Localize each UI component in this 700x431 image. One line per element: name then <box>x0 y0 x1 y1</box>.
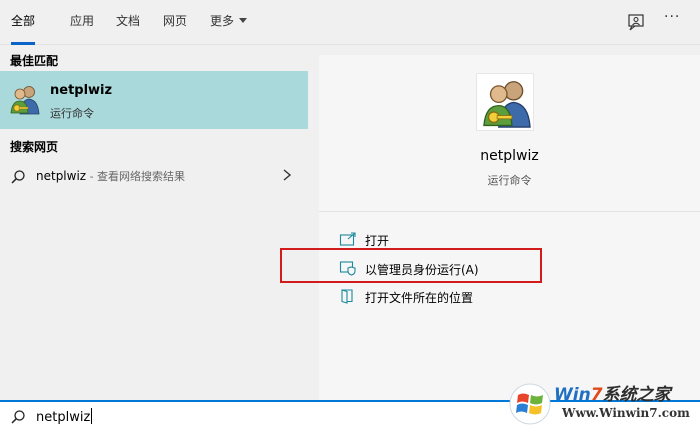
tab-web[interactable]: 网页 <box>163 0 187 45</box>
watermark-brand-b: 7 <box>590 385 603 405</box>
watermark-brand-c: 系统之家 <box>602 385 671 405</box>
chevron-down-icon <box>239 18 248 23</box>
windows-logo-icon <box>509 383 551 425</box>
app-icon-tile <box>476 73 534 131</box>
search-icon <box>11 410 25 424</box>
open-file-location-label: 打开文件所在的位置 <box>365 291 474 305</box>
web-search-heading: 搜索网页 <box>10 140 59 154</box>
tab-more[interactable]: 更多 <box>210 0 248 45</box>
best-match-name: netplwiz <box>50 83 113 98</box>
search-input[interactable]: netplwiz <box>36 408 93 425</box>
users-key-icon <box>483 81 531 128</box>
preview-title: netplwiz <box>480 148 539 164</box>
best-match-heading: 最佳匹配 <box>10 54 59 68</box>
web-result-hint: - 查看网络搜索结果 <box>86 170 186 183</box>
annotation-highlight-box <box>280 248 542 283</box>
best-match-item[interactable]: netplwiz 运行命令 <box>0 71 308 129</box>
best-match-subtitle: 运行命令 <box>50 107 94 120</box>
results-pane: 最佳匹配 netplwiz 运行命令 搜索网页 netplwiz - 查看网络搜… <box>0 45 308 400</box>
folder-icon <box>341 289 353 304</box>
watermark: Win7系统之家 Www.Winwin7.com <box>506 378 700 431</box>
tab-apps[interactable]: 应用 <box>70 0 94 45</box>
search-input-value: netplwiz <box>36 410 91 425</box>
watermark-brand: Win7系统之家 <box>554 380 671 405</box>
users-key-icon <box>10 86 40 115</box>
more-options-icon[interactable]: ··· <box>664 9 684 29</box>
search-icon <box>11 170 25 184</box>
preview-subtitle: 运行命令 <box>487 174 532 187</box>
web-search-result[interactable]: netplwiz - 查看网络搜索结果 <box>0 163 308 191</box>
tab-documents[interactable]: 文档 <box>116 0 140 45</box>
tab-all[interactable]: 全部 <box>11 0 36 45</box>
open-icon <box>339 232 356 246</box>
filter-tab-bar: 全部 应用 文档 网页 更多 ··· <box>0 0 700 45</box>
feedback-icon[interactable] <box>626 12 646 32</box>
web-result-query: netplwiz <box>36 169 87 183</box>
text-cursor <box>91 408 93 424</box>
tab-more-label: 更多 <box>210 14 235 28</box>
divider <box>319 211 700 212</box>
watermark-url: Www.Winwin7.com <box>562 406 690 420</box>
open-label: 打开 <box>365 234 390 248</box>
open-file-location-action[interactable]: 打开文件所在的位置 <box>339 286 679 310</box>
web-result-text: netplwiz - 查看网络搜索结果 <box>36 168 185 184</box>
watermark-brand-a: Win <box>554 385 591 405</box>
preview-pane: netplwiz 运行命令 打开 以管理员身份运行(A) 打开文件所在的位置 <box>319 55 700 400</box>
chevron-right-icon[interactable] <box>281 167 293 183</box>
